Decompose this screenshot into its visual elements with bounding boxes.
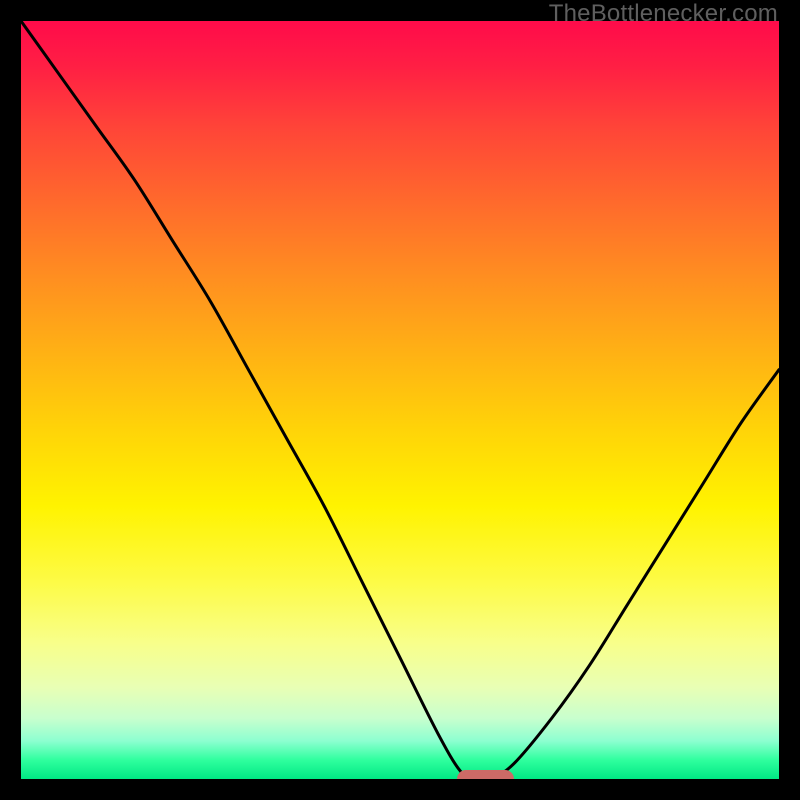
bottleneck-curve [21,21,779,779]
watermark-text: TheBottlenecker.com [549,0,778,28]
chart-frame: TheBottlenecker.com [0,0,800,800]
plot-area [21,21,779,779]
optimal-range-marker [457,770,514,779]
